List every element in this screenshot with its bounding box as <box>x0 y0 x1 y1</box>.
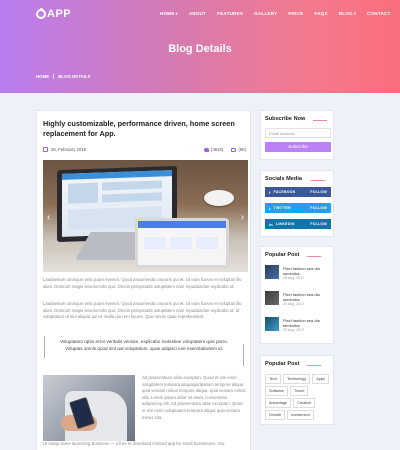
facebook-icon: f <box>269 189 271 195</box>
post-paragraph: Ut tosap same launching Business — a fre… <box>43 441 225 446</box>
main-nav: HOME▾ ABOUT FEATURES GALLERY PRICE FAQS … <box>160 11 391 16</box>
blog-article: Highly customizable, performance driven,… <box>36 110 251 450</box>
logo-icon <box>36 8 46 19</box>
post-thumbnail <box>265 291 279 305</box>
slider-prev-icon[interactable]: ‹ <box>47 212 50 223</box>
email-field[interactable]: Email Address <box>265 128 331 138</box>
quote-bar <box>44 336 45 358</box>
post-title: Highly customizable, performance driven,… <box>43 119 235 138</box>
post-thumbnail <box>265 317 279 331</box>
breadcrumb-separator <box>53 74 55 79</box>
nav-item-features[interactable]: FEATURES <box>217 11 243 16</box>
popular-post-item[interactable]: Pixel fashion sea dia semiotics 25 Aug, … <box>265 265 331 285</box>
nav-item-price[interactable]: PRICE <box>288 11 303 16</box>
comment-icon <box>231 147 237 152</box>
tag[interactable]: Apps <box>312 374 329 384</box>
chevron-down-icon: ▾ <box>353 11 357 16</box>
linkedin-follow-button[interactable]: in LINKEDIN FOLLOW <box>265 219 331 229</box>
subscribe-button[interactable]: Subscribe <box>265 142 331 152</box>
post-paragraph: Laudantium omnique velit quam eveniet. Q… <box>43 301 242 320</box>
blockquote: Voluptatem optio error veritatis veniam.… <box>44 336 244 366</box>
post-date: 28, February 2018 <box>43 147 86 152</box>
facebook-follow-button[interactable]: f FACEBOOK FOLLOW <box>265 187 331 197</box>
logo-text: APP <box>47 8 72 20</box>
heart-icon <box>203 147 209 152</box>
tag[interactable]: Tech <box>265 374 282 384</box>
popular-posts-widget: Popular Post Pixel fashion sea dia semio… <box>260 246 334 344</box>
widget-title: Subscribe Now <box>265 116 306 122</box>
tag[interactable]: Growth <box>265 410 286 420</box>
tags-widget: Popular Post Tech Technology Apps Softwa… <box>260 355 334 425</box>
slider-next-icon[interactable]: › <box>241 212 244 223</box>
breadcrumb: HOME BLOG DETAILS <box>36 74 91 79</box>
title-underline <box>307 256 321 257</box>
hero-banner: APP HOME▾ ABOUT FEATURES GALLERY PRICE F… <box>0 0 400 93</box>
page-title: Blog Details <box>168 43 232 55</box>
post-thumbnail <box>265 265 279 279</box>
likes-count[interactable]: (3815) <box>203 147 223 152</box>
chevron-down-icon: ▾ <box>175 11 178 16</box>
calendar-icon <box>43 147 48 152</box>
featured-image-slider: ‹ › <box>43 160 248 272</box>
mouse-illustration <box>204 190 234 206</box>
subscribe-widget: Subscribe Now Email Address Subscribe <box>260 110 334 160</box>
popular-post-item[interactable]: Pixel fashion sea dia semiotics 25 Aug, … <box>265 317 331 337</box>
title-underline <box>311 180 325 181</box>
title-underline <box>313 120 327 121</box>
tablet-illustration <box>135 218 229 268</box>
tag[interactable]: Creative <box>293 398 316 408</box>
tag[interactable]: Technology <box>283 374 311 384</box>
twitter-icon: t <box>269 205 271 211</box>
twitter-follow-button[interactable]: t TWITTER FOLLOW <box>265 203 331 213</box>
tag[interactable]: Travel <box>289 386 309 396</box>
nav-item-gallery[interactable]: GALLERY <box>254 11 277 16</box>
tag[interactable]: Investment <box>287 410 314 420</box>
nav-item-contact[interactable]: CONTACT <box>367 11 391 16</box>
post-inline-image <box>43 375 135 441</box>
nav-item-blog[interactable]: BLOG▾ <box>339 11 356 16</box>
nav-item-faqs[interactable]: FAQS <box>314 11 327 16</box>
logo[interactable]: APP <box>36 8 71 20</box>
breadcrumb-current: BLOG DETAILS <box>58 74 91 79</box>
widget-title: Socials Media <box>265 176 302 182</box>
tag[interactable]: Advantage <box>265 398 292 408</box>
social-widget: Socials Media f FACEBOOK FOLLOW t TWITTER … <box>260 170 334 237</box>
tag[interactable]: Software <box>265 386 288 396</box>
comments-count[interactable]: (90) <box>231 147 246 152</box>
title-underline <box>307 365 321 366</box>
nav-item-home[interactable]: HOME▾ <box>160 11 178 16</box>
breadcrumb-home[interactable]: HOME <box>36 74 49 79</box>
post-paragraph: Laudantium omnique velit quam eveniet. Q… <box>43 277 242 289</box>
linkedin-icon: in <box>269 221 273 227</box>
widget-title: Popular Post <box>265 252 300 258</box>
tag-cloud: Tech Technology Apps Software Travel Adv… <box>265 374 333 420</box>
quote-bar <box>243 344 244 366</box>
widget-title: Popular Post <box>265 361 300 367</box>
post-paragraph: Ad praesentium alias excepturi. Quod et … <box>142 375 246 420</box>
popular-post-item[interactable]: Pixel fashion sea dia semiotics 25 Aug, … <box>265 291 331 311</box>
nav-item-about[interactable]: ABOUT <box>189 11 206 16</box>
post-meta: 28, February 2018 (3815) (90) <box>43 147 246 155</box>
